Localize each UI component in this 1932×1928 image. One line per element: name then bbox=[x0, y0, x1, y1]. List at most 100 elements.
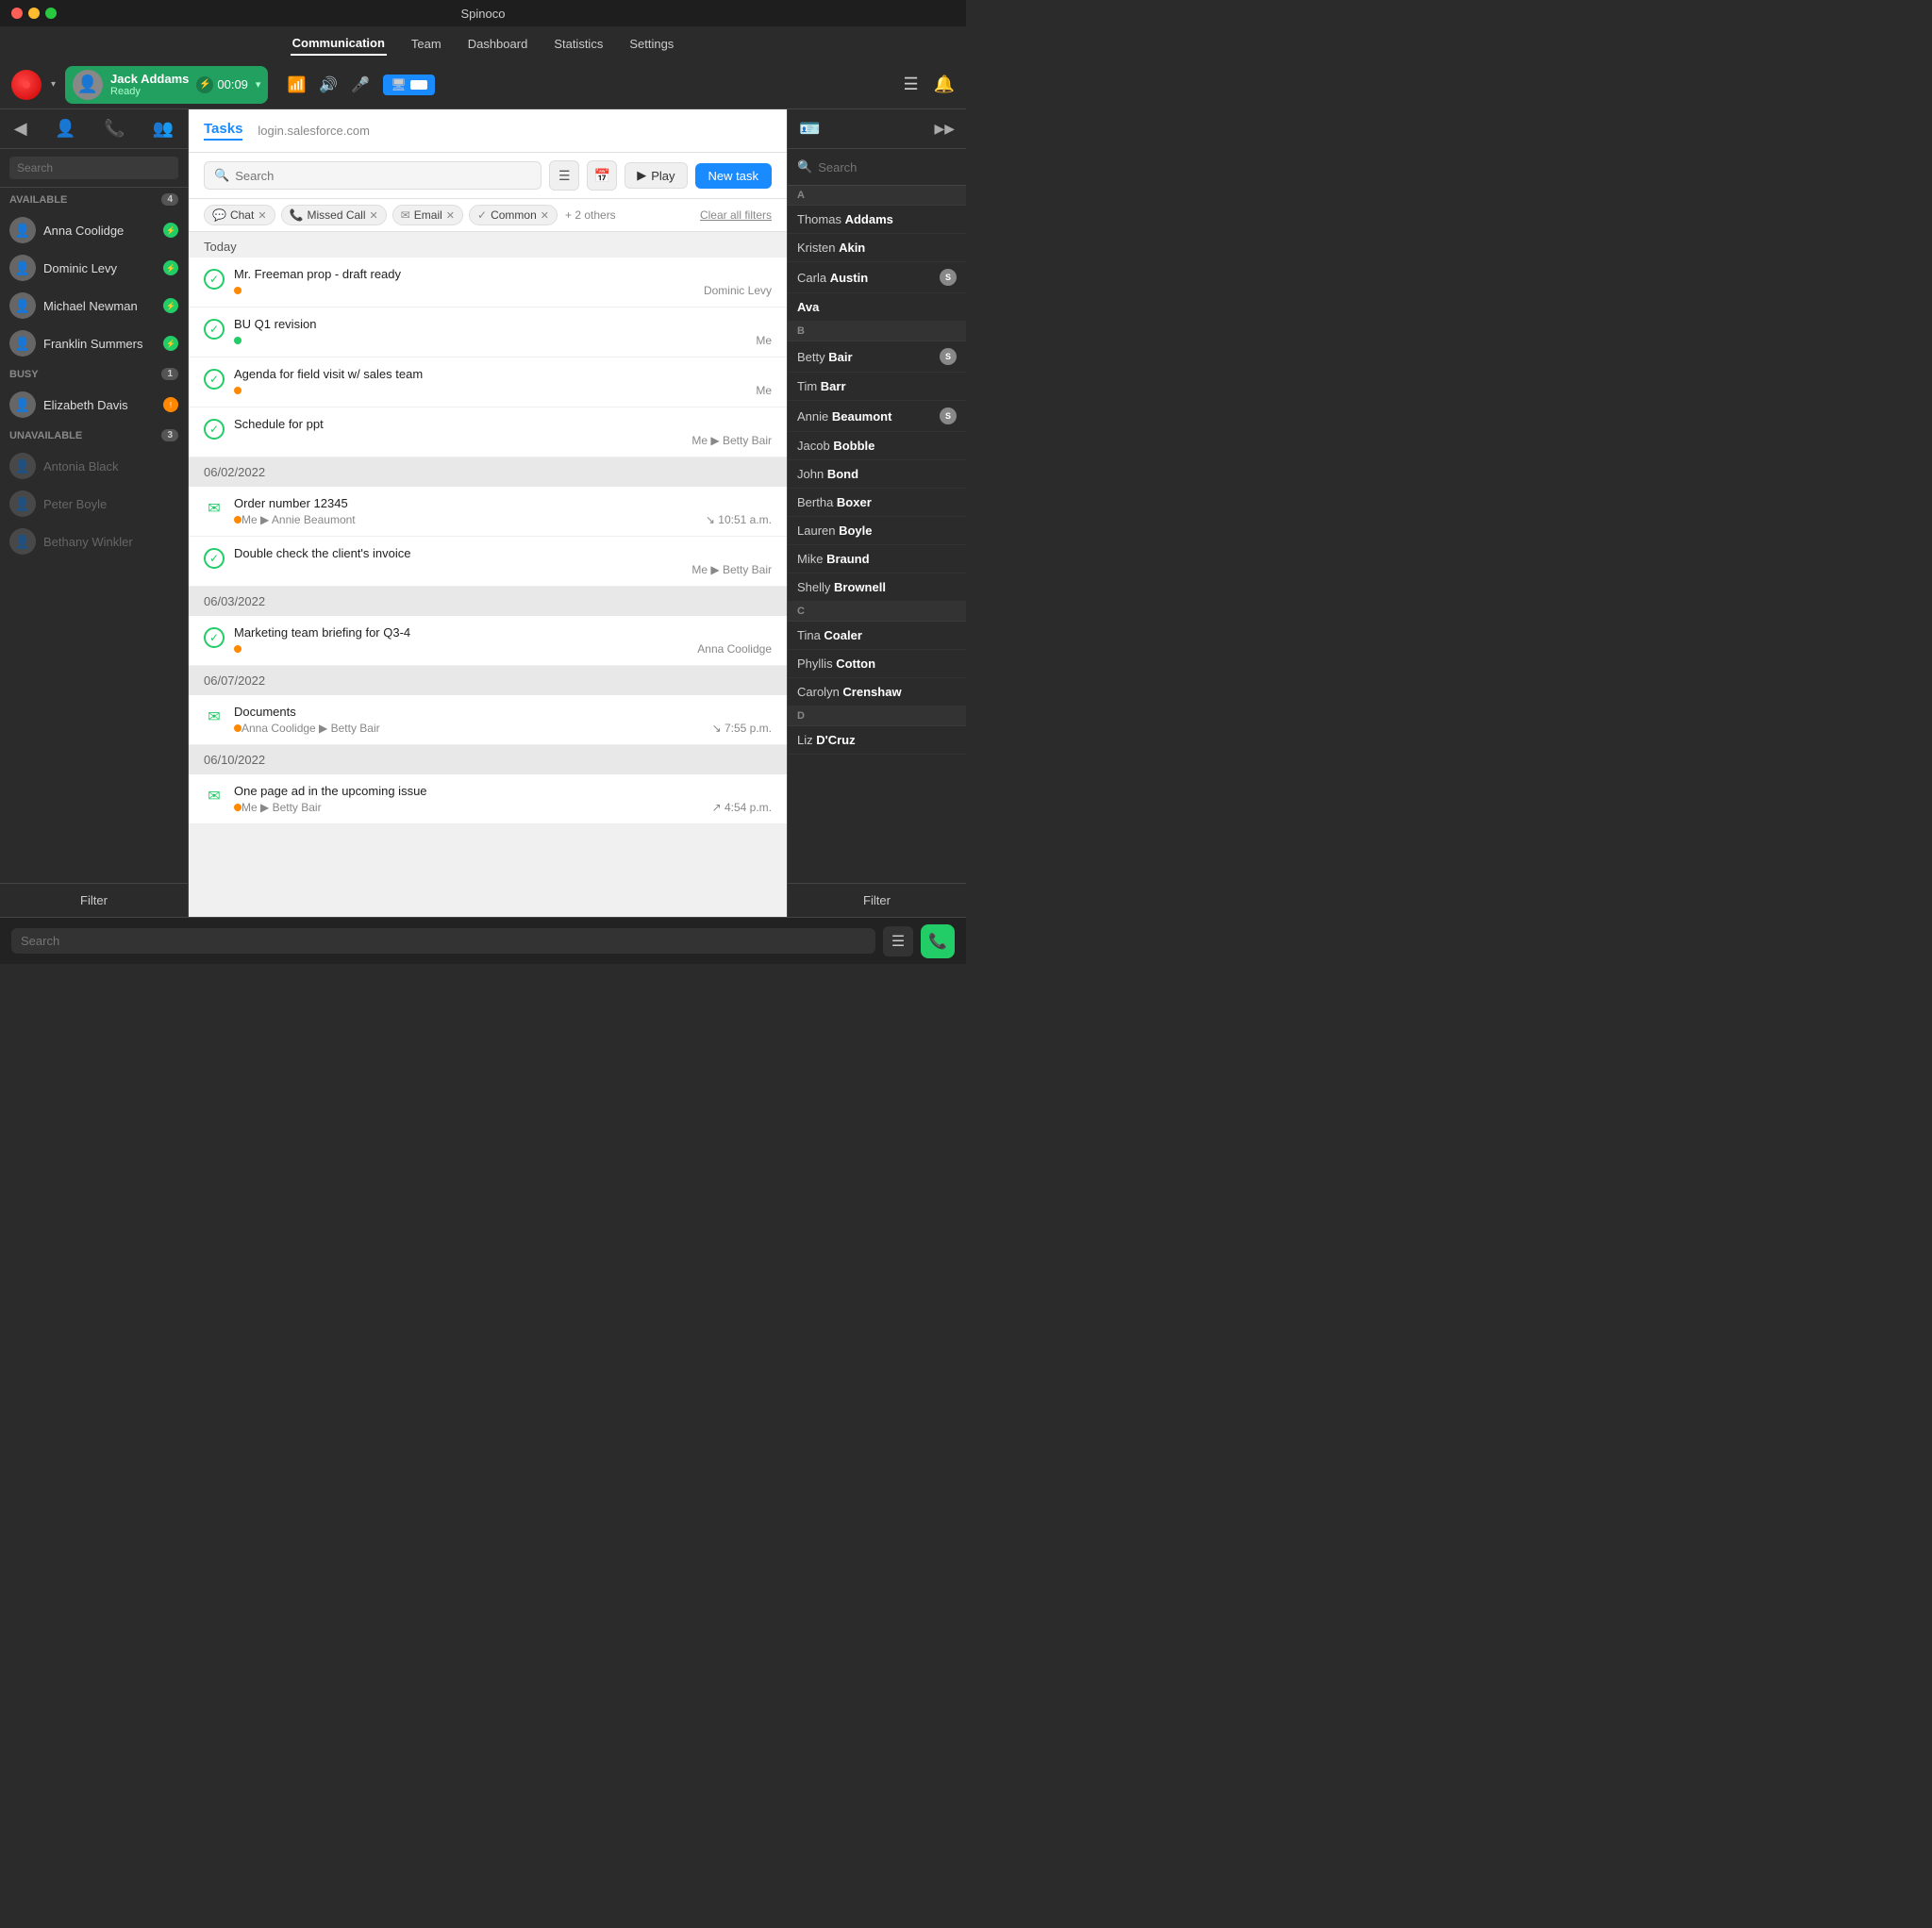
task-title: Marketing team briefing for Q3-4 bbox=[234, 625, 772, 640]
filter-chip-chat[interactable]: 💬 Chat ✕ bbox=[204, 205, 275, 225]
priority-dot bbox=[234, 287, 242, 294]
nav-settings[interactable]: Settings bbox=[627, 33, 675, 55]
contact-john-bond[interactable]: John Bond bbox=[788, 460, 966, 489]
task-title: BU Q1 revision bbox=[234, 317, 772, 331]
logo-dropdown[interactable]: ▾ bbox=[51, 79, 56, 90]
new-task-button[interactable]: New task bbox=[695, 163, 772, 189]
unavailable-section-header: UNAVAILABLE 3 bbox=[0, 424, 188, 447]
calendar-view-button[interactable]: 📅 bbox=[587, 160, 617, 191]
sidebar-search-input[interactable] bbox=[9, 157, 178, 179]
contact-name: Jacob Bobble bbox=[797, 439, 957, 453]
contact-name: Carla Austin bbox=[797, 271, 934, 285]
sidebar-top-icons: ◀ 👤 📞 👥 bbox=[0, 109, 188, 149]
sidebar-filter-button[interactable]: Filter bbox=[0, 883, 188, 917]
task-title: Documents bbox=[234, 705, 772, 719]
nav-communication[interactable]: Communication bbox=[291, 32, 387, 56]
timer-dropdown[interactable]: ▾ bbox=[256, 78, 261, 91]
email-chip-label: Email bbox=[414, 208, 442, 222]
task-item-documents[interactable]: ✉ Documents Anna Coolidge ▶ Betty Bair ↘… bbox=[189, 695, 787, 745]
contact-ava[interactable]: Ava bbox=[788, 293, 966, 322]
task-item-bu-q1[interactable]: ✓ BU Q1 revision Me bbox=[189, 307, 787, 357]
contact-carla-austin[interactable]: Carla Austin S bbox=[788, 262, 966, 293]
contact-name: Ava bbox=[797, 300, 957, 314]
close-button[interactable] bbox=[11, 8, 23, 19]
minimize-button[interactable] bbox=[28, 8, 40, 19]
contact-kristen-akin[interactable]: Kristen Akin bbox=[788, 234, 966, 262]
back-icon[interactable]: ◀ bbox=[14, 119, 27, 139]
play-button[interactable]: ▶ Play bbox=[625, 162, 687, 189]
right-search-bar: 🔍 + bbox=[788, 149, 966, 186]
task-assignee: Me bbox=[756, 334, 772, 347]
screen-share-button[interactable]: 🖥 bbox=[383, 75, 435, 95]
nav-dashboard[interactable]: Dashboard bbox=[466, 33, 530, 55]
timer-value: 00:09 bbox=[217, 77, 248, 91]
task-item-one-page-ad[interactable]: ✉ One page ad in the upcoming issue Me ▶… bbox=[189, 774, 787, 824]
contact-thomas-addams[interactable]: Thomas Addams bbox=[788, 206, 966, 234]
missed-call-chip-close[interactable]: ✕ bbox=[370, 209, 378, 222]
tasks-salesforce-link[interactable]: login.salesforce.com bbox=[258, 124, 370, 138]
contact-tim-barr[interactable]: Tim Barr bbox=[788, 373, 966, 401]
maximize-button[interactable] bbox=[45, 8, 57, 19]
list-view-button[interactable]: ☰ bbox=[549, 160, 579, 191]
contact-tina-coaler[interactable]: Tina Coaler bbox=[788, 622, 966, 650]
agent-profile-button[interactable]: 👤 Jack Addams Ready ⚡ 00:09 ▾ bbox=[65, 66, 268, 104]
wifi-icon: 📶 bbox=[287, 75, 306, 94]
franklin-name: Franklin Summers bbox=[43, 337, 156, 351]
nav-statistics[interactable]: Statistics bbox=[552, 33, 605, 55]
task-check-icon: ✓ bbox=[204, 627, 225, 648]
filter-chip-common[interactable]: ✓ Common ✕ bbox=[469, 205, 558, 225]
speaker-icon[interactable]: 🔊 bbox=[319, 75, 338, 94]
right-search-input[interactable] bbox=[818, 160, 966, 175]
agent-item-bethany[interactable]: 👤 Bethany Winkler bbox=[0, 523, 188, 560]
tasks-tab[interactable]: Tasks bbox=[204, 121, 242, 141]
task-title: Schedule for ppt bbox=[234, 417, 772, 431]
agent-item-elizabeth[interactable]: 👤 Elizabeth Davis ! bbox=[0, 386, 188, 424]
agent-controls: 📶 🔊 🎤 🖥 bbox=[287, 75, 434, 95]
contact-betty-bair[interactable]: Betty Bair S bbox=[788, 341, 966, 373]
bottom-search-input[interactable] bbox=[11, 928, 875, 954]
bottom-call-button[interactable]: 📞 bbox=[921, 924, 955, 958]
contact-lauren-boyle[interactable]: Lauren Boyle bbox=[788, 517, 966, 545]
person-icon[interactable]: 👤 bbox=[55, 119, 75, 139]
task-title: One page ad in the upcoming issue bbox=[234, 784, 772, 798]
chat-chip-close[interactable]: ✕ bbox=[258, 209, 266, 222]
agent-item-anna[interactable]: 👤 Anna Coolidge ⚡ bbox=[0, 211, 188, 249]
agent-bar: ● ▾ 👤 Jack Addams Ready ⚡ 00:09 ▾ 📶 🔊 🎤 … bbox=[0, 60, 966, 109]
task-item-double-check[interactable]: ✓ Double check the client's invoice Me ▶… bbox=[189, 537, 787, 587]
list-icon[interactable]: ☰ bbox=[903, 75, 918, 94]
right-filter-button[interactable]: Filter bbox=[788, 883, 966, 917]
contact-jacob-bobble[interactable]: Jacob Bobble bbox=[788, 432, 966, 460]
nav-team[interactable]: Team bbox=[409, 33, 443, 55]
agent-item-peter[interactable]: 👤 Peter Boyle bbox=[0, 485, 188, 523]
clear-filters-button[interactable]: Clear all filters bbox=[700, 208, 772, 222]
contact-bertha-boxer[interactable]: Bertha Boxer bbox=[788, 489, 966, 517]
bell-icon[interactable]: 🔔 bbox=[934, 75, 955, 94]
group-icon[interactable]: 👥 bbox=[153, 119, 174, 139]
phone-icon[interactable]: 📞 bbox=[104, 119, 125, 139]
filter-chip-missed-call[interactable]: 📞 Missed Call ✕ bbox=[281, 205, 387, 225]
agent-item-franklin[interactable]: 👤 Franklin Summers ⚡ bbox=[0, 324, 188, 362]
contact-shelly-brownell[interactable]: Shelly Brownell bbox=[788, 573, 966, 602]
email-chip-close[interactable]: ✕ bbox=[446, 209, 455, 222]
task-item-order[interactable]: ✉ Order number 12345 Me ▶ Annie Beaumont… bbox=[189, 487, 787, 537]
common-chip-close[interactable]: ✕ bbox=[541, 209, 549, 222]
task-item-agenda[interactable]: ✓ Agenda for field visit w/ sales team M… bbox=[189, 357, 787, 407]
left-sidebar: ◀ 👤 📞 👥 AVAILABLE 4 👤 Anna Coolidge ⚡ 👤 … bbox=[0, 109, 189, 917]
contact-carolyn-crenshaw[interactable]: Carolyn Crenshaw bbox=[788, 678, 966, 706]
agent-item-dominic[interactable]: 👤 Dominic Levy ⚡ bbox=[0, 249, 188, 287]
contact-phyllis-cotton[interactable]: Phyllis Cotton bbox=[788, 650, 966, 678]
contact-annie-beaumont[interactable]: Annie Beaumont S bbox=[788, 401, 966, 432]
mic-icon[interactable]: 🎤 bbox=[351, 75, 370, 94]
task-assignee: Me ▶ Betty Bair bbox=[691, 563, 772, 576]
task-item-freeman[interactable]: ✓ Mr. Freeman prop - draft ready Dominic… bbox=[189, 258, 787, 307]
filter-chip-email[interactable]: ✉ Email ✕ bbox=[392, 205, 463, 225]
task-item-marketing[interactable]: ✓ Marketing team briefing for Q3-4 Anna … bbox=[189, 616, 787, 666]
tasks-search-input[interactable] bbox=[235, 169, 531, 183]
bottom-list-icon[interactable]: ☰ bbox=[883, 926, 913, 956]
contact-mike-braund[interactable]: Mike Braund bbox=[788, 545, 966, 573]
contact-card-icon[interactable]: 🪪 bbox=[799, 119, 820, 139]
agent-item-antonia[interactable]: 👤 Antonia Black bbox=[0, 447, 188, 485]
task-item-schedule-ppt[interactable]: ✓ Schedule for ppt Me ▶ Betty Bair bbox=[189, 407, 787, 457]
agent-item-michael[interactable]: 👤 Michael Newman ⚡ bbox=[0, 287, 188, 324]
contact-liz-dcruz[interactable]: Liz D'Cruz bbox=[788, 726, 966, 755]
